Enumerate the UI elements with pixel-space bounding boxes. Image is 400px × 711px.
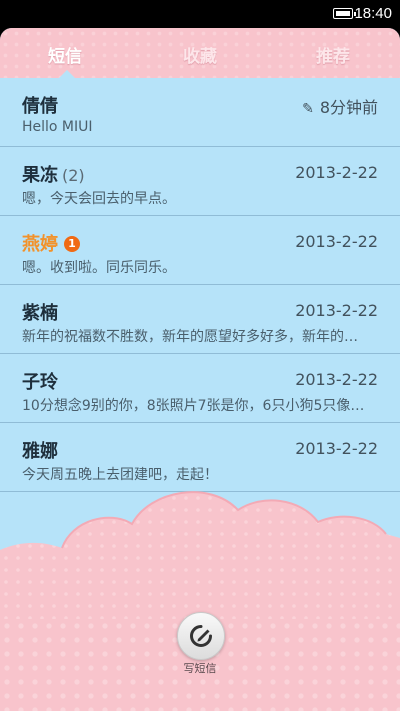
conversation-list: 倩倩 ✎ 8分钟前 Hello MIUI 果冻 (2) 2013-2-22 嗯，今天…	[0, 78, 400, 492]
compose-button[interactable]	[177, 612, 225, 660]
conversation-row[interactable]: 果冻 (2) 2013-2-22 嗯，今天会回去的早点。	[0, 147, 400, 216]
contact-name: 倩倩	[22, 96, 58, 117]
tab-bar: 短信 收藏 推荐	[0, 28, 400, 78]
unread-badge: 1	[64, 236, 80, 252]
conversation-row[interactable]: 紫楠 2013-2-22 新年的祝福数不胜数，新年的愿望好多好多，新年的…	[0, 285, 400, 354]
contact-name: 燕婷 1	[22, 230, 80, 256]
message-time: 2013-2-22	[295, 301, 378, 320]
tab-messages[interactable]: 短信	[48, 42, 82, 67]
status-bar: 18:40	[0, 0, 400, 28]
active-tab-indicator	[59, 70, 75, 78]
contact-name: 果冻 (2)	[22, 165, 85, 186]
message-time: 2013-2-22	[295, 370, 378, 389]
message-time: 2013-2-22	[295, 232, 378, 251]
conversation-row[interactable]: 燕婷 1 2013-2-22 嗯。收到啦。同乐同乐。	[0, 216, 400, 285]
contact-name: 紫楠	[22, 303, 58, 324]
status-time: 18:40	[354, 5, 392, 22]
draft-pencil-icon: ✎	[302, 101, 314, 117]
conversation-row[interactable]: 倩倩 ✎ 8分钟前 Hello MIUI	[0, 78, 400, 147]
messaging-app: 短信 收藏 推荐 倩倩 ✎ 8分钟前 Hello MIUI 果冻 (2) 2013-…	[0, 28, 400, 711]
message-preview: 新年的祝福数不胜数，新年的愿望好多好多，新年的…	[22, 329, 358, 345]
message-time: 2013-2-22	[295, 439, 378, 458]
message-preview: 嗯，今天会回去的早点。	[22, 191, 176, 207]
compose-pencil-icon	[190, 625, 212, 647]
message-count: (2)	[62, 166, 85, 185]
tab-favorites[interactable]: 收藏	[183, 42, 217, 67]
message-preview: 10分想念9别的你，8张照片7张是你，6只小狗5只像…	[22, 398, 365, 414]
message-time: 2013-2-22	[295, 163, 378, 182]
contact-name: 雅娜	[22, 441, 58, 462]
message-preview: Hello MIUI	[22, 119, 93, 135]
compose-label: 写短信	[183, 662, 217, 675]
conversation-row[interactable]: 子玲 2013-2-22 10分想念9别的你，8张照片7张是你，6只小狗5只像…	[0, 354, 400, 423]
contact-name: 子玲	[22, 372, 58, 393]
tab-recommend[interactable]: 推荐	[316, 42, 350, 67]
message-preview: 嗯。收到啦。同乐同乐。	[22, 260, 176, 276]
battery-icon	[333, 8, 356, 19]
message-time: ✎ 8分钟前	[302, 98, 378, 117]
